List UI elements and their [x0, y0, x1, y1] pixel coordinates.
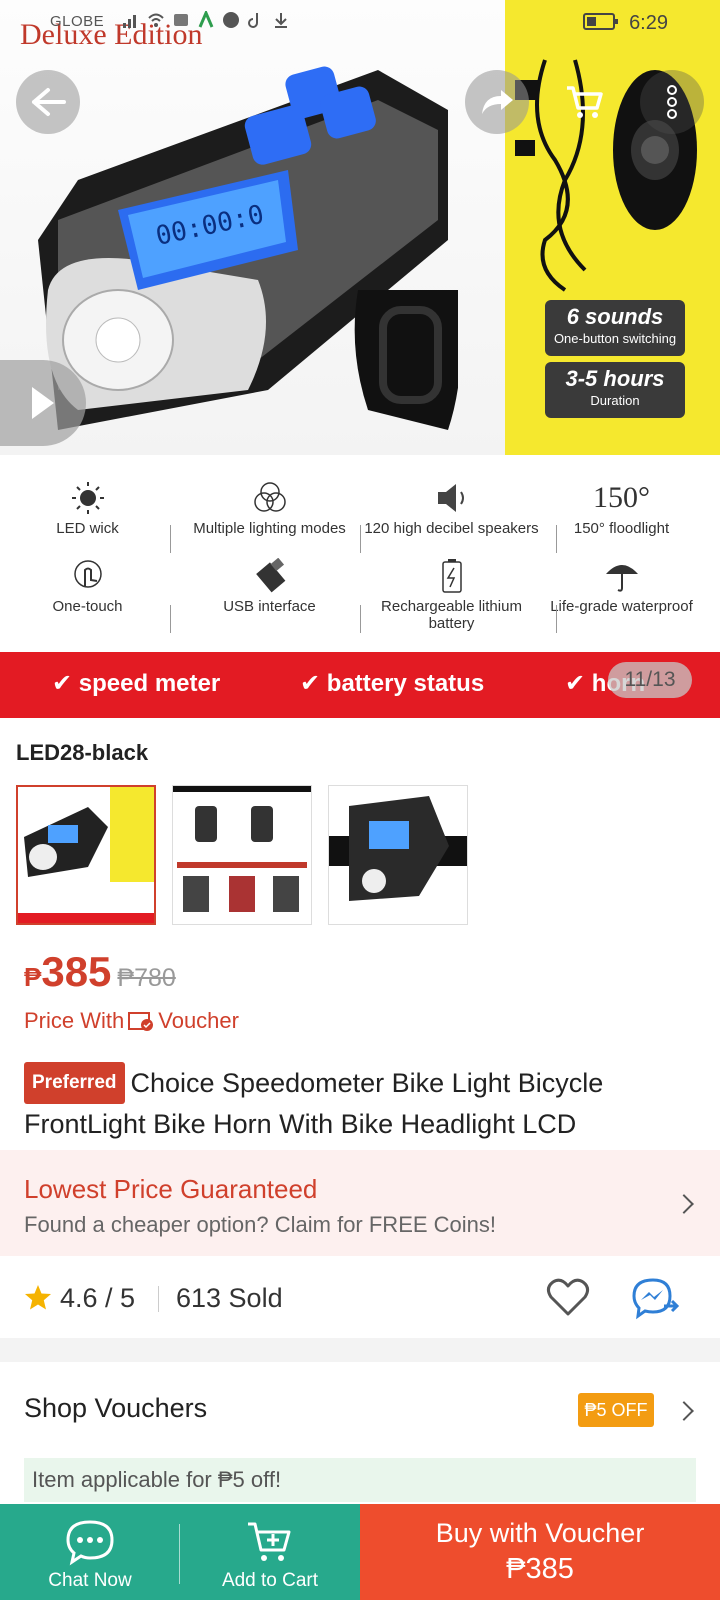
arrow-left-icon — [32, 88, 66, 116]
thumb-image — [18, 787, 154, 923]
rating-value: 4.6 / 5 — [60, 1283, 136, 1313]
cart-icon — [567, 86, 603, 118]
badge-duration: 3-5 hours Duration — [545, 362, 685, 418]
150-icon: 150° — [593, 481, 650, 514]
lowest-price-guarantee[interactable]: Lowest Price Guaranteed Found a cheaper … — [0, 1150, 720, 1256]
battery-charge-icon — [441, 559, 462, 593]
banner-item-battery: ✔ battery status — [300, 670, 485, 697]
messenger-status-icon — [222, 11, 240, 29]
status-icons — [122, 9, 290, 29]
usb-icon — [255, 558, 285, 593]
banner-item-speed: ✔ speed meter — [52, 670, 221, 697]
sun-icon — [71, 482, 104, 514]
share-button[interactable] — [465, 70, 529, 134]
feature-grid: LED wick Multiple lighting modes 120 hig… — [0, 470, 720, 650]
battery-icon — [583, 13, 618, 30]
original-price: ₱780 — [117, 964, 176, 992]
bottom-action-bar: Chat Now Add to Cart Buy with Voucher ₱3… — [0, 1504, 720, 1600]
messenger-share-icon[interactable] — [632, 1278, 680, 1320]
star-icon — [25, 1285, 51, 1310]
shop-vouchers-label[interactable]: Shop Vouchers — [24, 1393, 207, 1424]
feature-led-wick: LED wick — [0, 480, 175, 537]
feature-speakers: 120 high decibel speakers — [364, 480, 539, 537]
signal-icon — [122, 11, 140, 29]
current-price: ₱385 — [24, 948, 112, 995]
notification-icon — [172, 11, 190, 29]
sold-count: 613 Sold — [176, 1283, 283, 1313]
chat-icon — [66, 1520, 114, 1566]
divider — [360, 605, 361, 633]
preferred-badge: Preferred — [24, 1062, 125, 1104]
section-gap — [0, 1338, 720, 1362]
wifi-icon — [147, 11, 165, 29]
play-video-button[interactable] — [0, 360, 86, 446]
divider — [360, 525, 361, 553]
divider — [170, 605, 171, 633]
feature-one-touch: One-touch — [0, 558, 175, 615]
more-button[interactable] — [640, 70, 704, 134]
play-icon — [32, 387, 54, 419]
feature-lighting-modes: Multiple lighting modes — [182, 480, 357, 537]
product-image-gallery[interactable]: Deluxe Edition GLOBE 6:29 00:00:0 6 soun… — [0, 0, 720, 718]
variant-thumb-2[interactable] — [172, 785, 312, 925]
badge-sounds: 6 sounds One-button switching — [545, 300, 685, 356]
feature-usb: USB interface — [182, 558, 357, 615]
product-title: Preferred Choice Speedometer Bike Light B… — [24, 1062, 704, 1144]
thumb-image — [329, 786, 467, 924]
variant-thumb-3[interactable] — [328, 785, 468, 925]
umbrella-icon — [605, 565, 638, 592]
feature-battery: Rechargeable lithium battery — [364, 558, 539, 632]
image-counter: 11/13 — [608, 662, 692, 698]
divider — [158, 1286, 159, 1312]
bike-light-illustration: 00:00:0 — [38, 66, 458, 430]
buy-with-voucher-button[interactable]: Buy with Voucher ₱385 — [360, 1504, 720, 1600]
app-a-icon — [197, 9, 215, 29]
feature-waterproof: Life-grade waterproof — [534, 558, 709, 615]
add-cart-icon — [248, 1522, 291, 1561]
chevron-right-icon[interactable] — [674, 1401, 694, 1421]
add-to-cart-button[interactable]: Add to Cart — [180, 1504, 360, 1600]
chevron-right-icon — [674, 1194, 694, 1214]
price-row: ₱385 ₱780 — [24, 948, 176, 996]
divider — [556, 605, 557, 633]
variant-name: LED28-black — [16, 740, 149, 765]
rating-row: 4.6 / 5 613 Sold — [0, 1256, 720, 1338]
cart-button[interactable] — [553, 70, 617, 134]
tiktok-icon — [247, 11, 265, 29]
divider — [170, 525, 171, 553]
clock: 6:29 — [629, 12, 668, 34]
speaker-icon — [437, 484, 464, 512]
variant-thumb-1[interactable] — [16, 785, 156, 925]
voucher-tag[interactable]: ₱5 OFF — [578, 1393, 654, 1427]
chat-now-button[interactable]: Chat Now — [0, 1504, 180, 1600]
price-with-voucher: Price With Voucher — [24, 1008, 239, 1033]
rings-icon — [253, 482, 286, 512]
carrier-label: GLOBE — [50, 13, 105, 30]
heart-icon[interactable] — [546, 1278, 590, 1318]
voucher-icon — [128, 1012, 154, 1031]
download-icon — [272, 11, 290, 29]
back-button[interactable] — [16, 70, 80, 134]
thumb-image — [173, 786, 311, 924]
feature-floodlight: 150° 150° floodlight — [573, 481, 670, 537]
divider — [556, 525, 557, 553]
share-icon — [482, 90, 513, 114]
touch-icon — [73, 560, 102, 588]
more-vertical-icon — [667, 85, 677, 119]
voucher-applicable-note: Item applicable for ₱5 off! — [24, 1458, 696, 1502]
